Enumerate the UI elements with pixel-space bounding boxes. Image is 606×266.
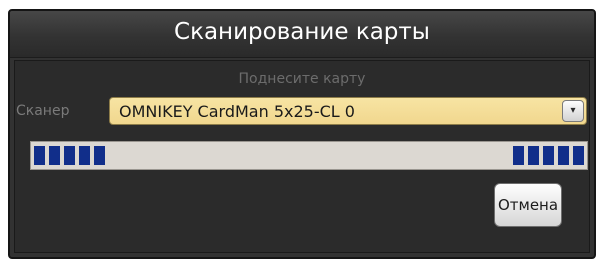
scanner-label: Сканер [16, 103, 70, 119]
progress-segment [79, 146, 90, 165]
scanner-dropdown[interactable]: OMNIKEY CardMan 5x25-CL 0 ▾ [109, 97, 587, 125]
dialog-title-bar: Сканирование карты [10, 11, 594, 58]
progress-segment [49, 146, 60, 165]
progress-segment [34, 146, 45, 165]
progress-segment [528, 146, 539, 165]
chevron-down-icon[interactable]: ▾ [562, 100, 584, 122]
progress-segment [543, 146, 554, 165]
progress-segments-left [34, 146, 105, 165]
instruction-text: Поднесите карту [238, 71, 366, 87]
progress-segments-right [513, 146, 584, 165]
scanner-selected-value: OMNIKEY CardMan 5x25-CL 0 [119, 102, 355, 121]
progress-segment [94, 146, 105, 165]
progress-segment [64, 146, 75, 165]
dialog-title: Сканирование карты [174, 19, 430, 45]
scan-progress-bar [30, 141, 588, 170]
progress-segment [558, 146, 569, 165]
card-scan-dialog: Сканирование карты Поднесите карту Скане… [8, 9, 596, 259]
cancel-button[interactable]: Отмена [494, 183, 562, 227]
progress-segment [513, 146, 524, 165]
progress-segment [573, 146, 584, 165]
dialog-content: Поднесите карту Сканер OMNIKEY CardMan 5… [14, 60, 590, 253]
